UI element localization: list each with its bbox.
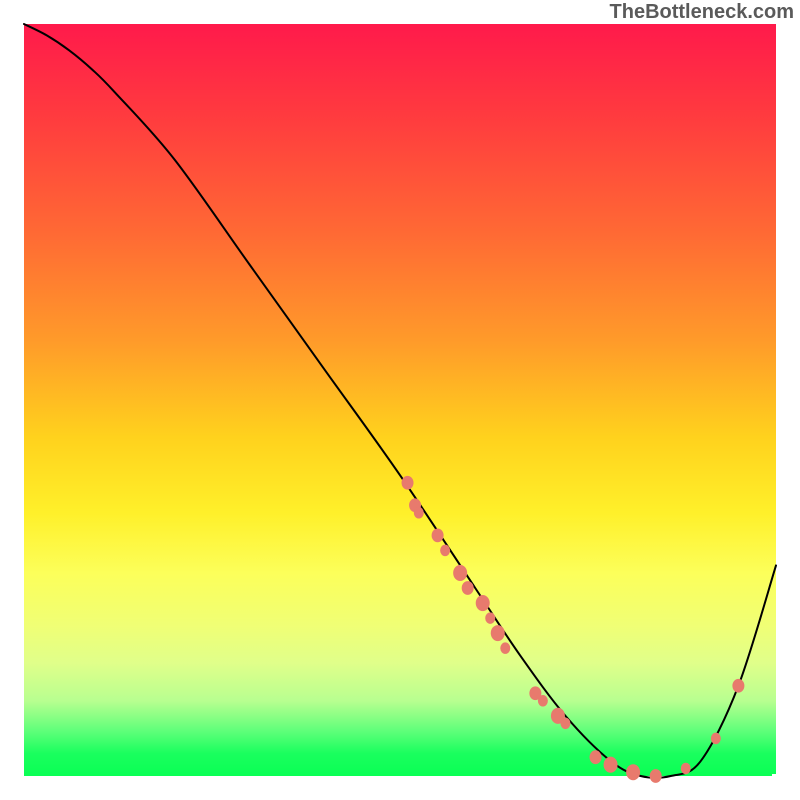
data-marker <box>476 595 490 611</box>
attribution-text: TheBottleneck.com <box>610 1 794 24</box>
data-marker <box>538 695 548 707</box>
data-marker <box>500 642 510 654</box>
data-marker <box>453 565 467 581</box>
attribution-label: TheBottleneck.com <box>610 0 794 24</box>
data-marker <box>485 612 495 624</box>
data-marker <box>604 757 618 773</box>
data-marker <box>732 679 744 693</box>
data-marker <box>462 581 474 595</box>
data-marker <box>650 769 662 783</box>
chart-stage: TheBottleneck.com <box>0 0 800 800</box>
data-marker <box>491 625 505 641</box>
data-marker <box>681 763 691 775</box>
data-marker <box>432 528 444 542</box>
markers-group <box>402 476 745 783</box>
data-marker <box>711 733 721 745</box>
data-marker <box>414 507 424 519</box>
data-marker <box>626 764 640 780</box>
watermark-bottom-right <box>772 774 776 776</box>
data-marker <box>440 545 450 557</box>
data-marker <box>560 718 570 730</box>
data-marker <box>590 750 602 764</box>
bottleneck-curve <box>24 24 776 778</box>
data-marker <box>402 476 414 490</box>
curve-layer-svg <box>24 24 776 776</box>
plot-area <box>24 24 776 776</box>
